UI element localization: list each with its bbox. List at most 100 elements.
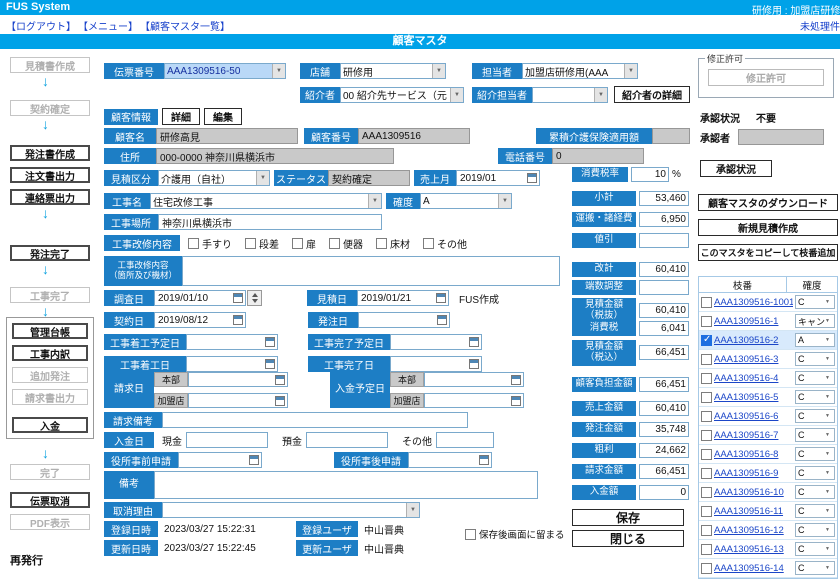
quote-date-field[interactable]: 2019/01/21 xyxy=(357,290,449,306)
sales-month-field[interactable]: 2019/01 xyxy=(456,170,540,186)
deposit-hq-date-field[interactable] xyxy=(424,372,524,387)
edaban-kakudo-select[interactable]: A▼ xyxy=(795,333,835,347)
renovation-option-handrail[interactable]: 手すり xyxy=(188,236,232,251)
edaban-row-checkbox[interactable] xyxy=(701,335,712,346)
deposit-member-date-field[interactable] xyxy=(424,393,524,408)
edaban-row-link[interactable]: AAA1309516-1001 xyxy=(714,297,793,308)
edaban-kakudo-select[interactable]: C▼ xyxy=(795,447,835,461)
edaban-row-checkbox[interactable] xyxy=(701,430,712,441)
sidebar-btn-deposit[interactable]: 入金 xyxy=(12,417,88,433)
edaban-row-link[interactable]: AAA1309516-12 xyxy=(714,525,793,536)
calendar-icon[interactable] xyxy=(479,455,489,465)
edaban-row-link[interactable]: AAA1309516-8 xyxy=(714,449,793,460)
contract-date-field[interactable]: 2019/08/12 xyxy=(154,312,246,328)
calendar-icon[interactable] xyxy=(265,337,275,347)
edaban-row-checkbox[interactable] xyxy=(701,297,712,308)
edaban-kakudo-select[interactable]: C▼ xyxy=(795,542,835,556)
copy-branch-button[interactable]: このマスタをコピーして枝番追加 xyxy=(698,244,838,261)
calendar-icon[interactable] xyxy=(469,359,479,369)
edaban-kakudo-select[interactable]: C▼ xyxy=(795,466,835,480)
billing-hq-date-field[interactable] xyxy=(188,372,288,387)
calendar-icon[interactable] xyxy=(275,396,285,406)
edaban-row-link[interactable]: AAA1309516-11 xyxy=(714,506,793,517)
end-date-field[interactable] xyxy=(390,356,482,372)
renovation-option-step[interactable]: 段差 xyxy=(245,236,279,251)
edaban-row-checkbox[interactable] xyxy=(701,354,712,365)
cancel-reason-select[interactable]: ▼ xyxy=(162,502,420,518)
logout-link[interactable]: 【ログアウト】 xyxy=(6,18,76,33)
edaban-kakudo-select[interactable]: C▼ xyxy=(795,295,835,309)
edaban-kakudo-select[interactable]: C▼ xyxy=(795,390,835,404)
edaban-kakudo-select[interactable]: C▼ xyxy=(795,371,835,385)
sidebar-btn-work-detail[interactable]: 工事内訳 xyxy=(12,345,88,361)
edaban-row-link[interactable]: AAA1309516-14 xyxy=(714,563,793,574)
work-name-select[interactable]: 住宅改修工事▼ xyxy=(150,193,382,209)
edaban-kakudo-select[interactable]: C▼ xyxy=(795,428,835,442)
work-place-field[interactable]: 神奈川県横浜市 xyxy=(158,214,382,230)
menu-link[interactable]: 【メニュー】 xyxy=(78,18,138,33)
spinner-control[interactable] xyxy=(247,290,262,306)
edaban-row-checkbox[interactable] xyxy=(701,316,712,327)
renovation-option-floor[interactable]: 床材 xyxy=(376,236,410,251)
office-post-field[interactable] xyxy=(408,452,492,468)
edaban-row-checkbox[interactable] xyxy=(701,487,712,498)
edaban-row-link[interactable]: AAA1309516-7 xyxy=(714,430,793,441)
edaban-row-checkbox[interactable] xyxy=(701,373,712,384)
edaban-row-link[interactable]: AAA1309516-9 xyxy=(714,468,793,479)
edaban-row-link[interactable]: AAA1309516-13 xyxy=(714,544,793,555)
end-plan-field[interactable] xyxy=(390,334,482,350)
edaban-row-link[interactable]: AAA1309516-6 xyxy=(714,411,793,422)
note-textarea[interactable] xyxy=(154,471,538,499)
calendar-icon[interactable] xyxy=(233,315,243,325)
sidebar-btn-ledger[interactable]: 管理台帳 xyxy=(12,323,88,339)
edaban-row-link[interactable]: AAA1309516-10 xyxy=(714,487,793,498)
renovation-detail-textarea[interactable] xyxy=(182,256,560,286)
edaban-row-checkbox[interactable] xyxy=(701,411,712,422)
quote-type-select[interactable]: 介護用（自社）▼ xyxy=(158,170,270,186)
edaban-kakudo-select[interactable]: C▼ xyxy=(795,523,835,537)
edaban-row-link[interactable]: AAA1309516-3 xyxy=(714,354,793,365)
calendar-icon[interactable] xyxy=(511,396,521,406)
start-date-field[interactable] xyxy=(186,356,278,372)
calendar-icon[interactable] xyxy=(469,337,479,347)
edaban-row-link[interactable]: AAA1309516-1 xyxy=(714,316,793,327)
calendar-icon[interactable] xyxy=(249,455,259,465)
calendar-icon[interactable] xyxy=(437,315,447,325)
detail-button[interactable]: 詳細 xyxy=(162,108,200,125)
billing-note-field[interactable] xyxy=(162,412,468,428)
edaban-kakudo-select[interactable]: C▼ xyxy=(795,561,835,575)
sidebar-btn-slip-cancel[interactable]: 伝票取消 xyxy=(10,492,90,508)
sidebar-btn-order-complete[interactable]: 発注完了 xyxy=(10,245,90,261)
sidebar-btn-order-print[interactable]: 注文書出力 xyxy=(10,167,90,183)
edaban-row-checkbox[interactable] xyxy=(701,506,712,517)
edaban-row-link[interactable]: AAA1309516-5 xyxy=(714,392,793,403)
close-button[interactable]: 閉じる xyxy=(572,530,684,547)
calendar-icon[interactable] xyxy=(527,173,537,183)
calendar-icon[interactable] xyxy=(265,359,275,369)
new-quote-button[interactable]: 新規見積作成 xyxy=(698,219,838,236)
edaban-row-checkbox[interactable] xyxy=(701,392,712,403)
approval-status-button[interactable]: 承認状況 xyxy=(700,160,772,177)
survey-date-field[interactable]: 2019/01/10 xyxy=(154,290,246,306)
edaban-kakudo-select[interactable]: C▼ xyxy=(795,352,835,366)
billing-member-date-field[interactable] xyxy=(188,393,288,408)
pending-link[interactable]: 未処理件数 xyxy=(800,18,840,33)
edaban-row-checkbox[interactable] xyxy=(701,468,712,479)
edaban-row-checkbox[interactable] xyxy=(701,544,712,555)
stay-on-screen-checkbox[interactable]: 保存後画面に留まる xyxy=(465,527,565,541)
sidebar-btn-contact-sheet[interactable]: 連絡票出力 xyxy=(10,189,90,205)
staff-select[interactable]: 加盟店研修用(AAA▼ xyxy=(522,63,638,79)
edaban-kakudo-select[interactable]: C▼ xyxy=(795,485,835,499)
calendar-icon[interactable] xyxy=(511,375,521,385)
referrer-detail-button[interactable]: 紹介者の詳細 xyxy=(614,86,690,103)
sidebar-btn-order-create[interactable]: 発注書作成 xyxy=(10,145,90,161)
order-date-field[interactable] xyxy=(358,312,450,328)
probability-select[interactable]: A▼ xyxy=(420,193,512,209)
referrer-select[interactable]: 00 紹介先サービス（元▼ xyxy=(340,87,464,103)
edaban-kakudo-select[interactable]: キャンセル▼ xyxy=(795,314,835,328)
download-button[interactable]: 顧客マスタのダウンロード xyxy=(698,194,838,211)
start-plan-field[interactable] xyxy=(186,334,278,350)
edaban-row-link[interactable]: AAA1309516-4 xyxy=(714,373,793,384)
renovation-option-door[interactable]: 扉 xyxy=(292,236,316,251)
save-button[interactable]: 保存 xyxy=(572,509,684,526)
